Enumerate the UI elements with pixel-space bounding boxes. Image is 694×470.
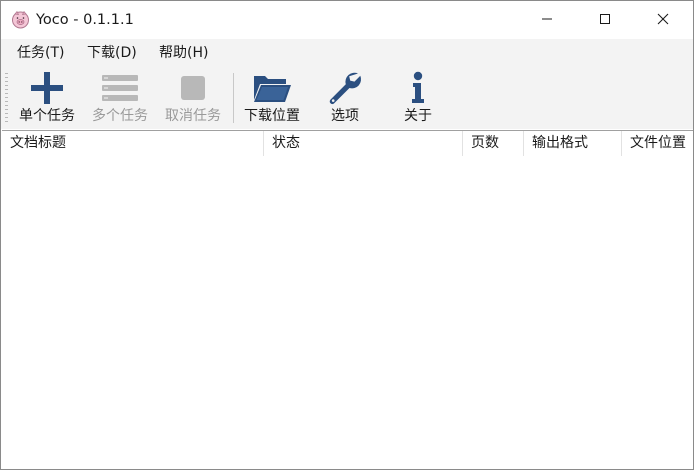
menu-task[interactable]: 任务(T): [17, 43, 64, 63]
task-list[interactable]: 文档标题 状态 页数 输出格式 文件位置: [2, 130, 693, 469]
menu-download[interactable]: 下载(D): [87, 43, 137, 63]
title-bar[interactable]: Yoco - 0.1.1.1: [1, 1, 693, 38]
task-list-body[interactable]: [2, 156, 693, 469]
maximize-button[interactable]: [576, 1, 634, 38]
column-header-file-location[interactable]: 文件位置: [622, 131, 693, 156]
download-location-label: 下载位置: [244, 108, 300, 124]
pig-icon: [11, 10, 30, 29]
folder-open-icon: [252, 71, 292, 105]
menu-bar: 任务(T) 下载(D) 帮助(H): [1, 39, 693, 67]
cancel-task-label: 取消任务: [165, 108, 221, 124]
maximize-icon: [599, 10, 611, 29]
app-window: Yoco - 0.1.1.1 任务(T) 下载(D) 帮助(H) 单个任务 多个…: [0, 0, 694, 470]
cancel-task-button[interactable]: 取消任务: [158, 67, 228, 129]
window-title: Yoco - 0.1.1.1: [36, 12, 134, 28]
stop-icon: [173, 71, 213, 105]
toolbar: 单个任务 多个任务 取消任务 下载位置 选项 关于: [1, 67, 693, 129]
toolbar-grip[interactable]: [5, 73, 8, 123]
about-button[interactable]: 关于: [383, 67, 453, 129]
list-icon: [100, 71, 140, 105]
options-button[interactable]: 选项: [310, 67, 380, 129]
close-button[interactable]: [634, 1, 692, 38]
menu-help[interactable]: 帮助(H): [159, 43, 208, 63]
minimize-icon: [541, 10, 553, 29]
multi-task-button[interactable]: 多个任务: [85, 67, 155, 129]
toolbar-separator: [233, 73, 234, 123]
column-header-output-format[interactable]: 输出格式: [524, 131, 622, 156]
about-label: 关于: [404, 108, 432, 124]
wrench-icon: [325, 71, 365, 105]
column-header-status[interactable]: 状态: [264, 131, 463, 156]
download-location-button[interactable]: 下载位置: [237, 67, 307, 129]
task-list-header: 文档标题 状态 页数 输出格式 文件位置: [2, 131, 693, 156]
minimize-button[interactable]: [518, 1, 576, 38]
column-header-pages[interactable]: 页数: [463, 131, 524, 156]
options-label: 选项: [331, 108, 359, 124]
close-icon: [657, 10, 669, 29]
single-task-button[interactable]: 单个任务: [12, 67, 82, 129]
multi-task-label: 多个任务: [92, 108, 148, 124]
column-header-title[interactable]: 文档标题: [2, 131, 264, 156]
single-task-label: 单个任务: [19, 108, 75, 124]
plus-icon: [27, 71, 67, 105]
info-icon: [398, 71, 438, 105]
